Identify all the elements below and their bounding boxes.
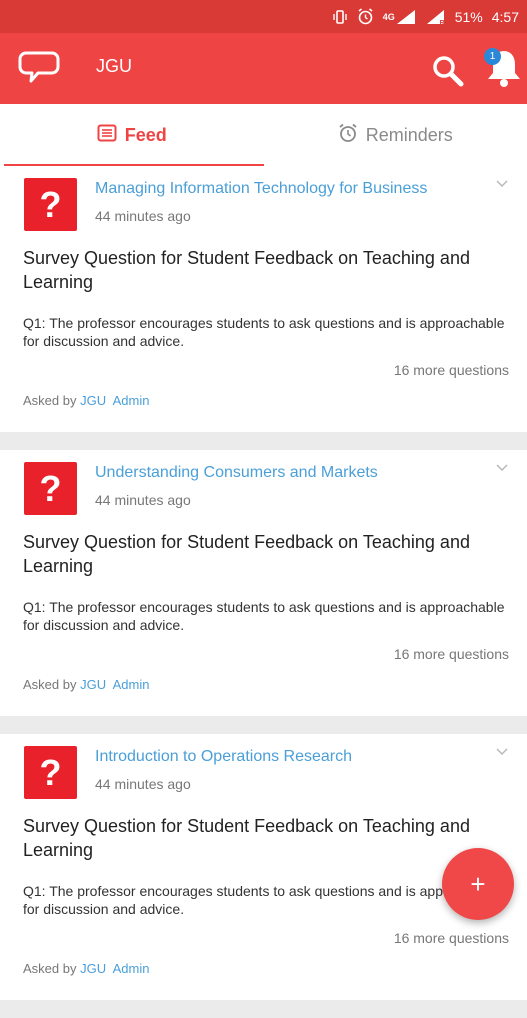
survey-title: Survey Question for Student Feedback on …: [23, 246, 508, 294]
asked-by: Asked by JGU Admin: [23, 393, 149, 408]
vibrate-icon: [332, 9, 348, 25]
tab-reminders[interactable]: Reminders: [264, 104, 527, 166]
more-questions-link[interactable]: 16 more questions: [394, 930, 509, 946]
course-link[interactable]: Understanding Consumers and Markets: [95, 464, 378, 482]
asked-by-label: Asked by: [23, 393, 76, 408]
tab-reminders-label: Reminders: [366, 125, 453, 146]
alarm-clock-icon: [338, 123, 358, 148]
chat-logo-icon[interactable]: [18, 50, 60, 84]
asked-by-user[interactable]: JGU Admin: [80, 961, 149, 976]
roaming-indicator: R: [440, 20, 445, 27]
course-link[interactable]: Introduction to Operations Research: [95, 748, 352, 766]
notification-badge[interactable]: 1: [484, 48, 501, 65]
search-icon[interactable]: [430, 53, 466, 89]
more-questions-link[interactable]: 16 more questions: [394, 646, 509, 662]
asked-by-label: Asked by: [23, 677, 76, 692]
asked-by-label: Asked by: [23, 961, 76, 976]
tab-bar: Feed Reminders: [0, 104, 527, 166]
clock: 4:57: [492, 9, 519, 25]
asked-by: Asked by JGU Admin: [23, 961, 149, 976]
course-link[interactable]: Managing Information Technology for Busi…: [95, 180, 427, 198]
question-text: Q1: The professor encourages students to…: [23, 314, 508, 350]
feed-card[interactable]: ? Understanding Consumers and Markets 44…: [0, 450, 527, 716]
question-icon: ?: [24, 462, 77, 515]
app-bar: JGU: [0, 33, 527, 104]
asked-by: Asked by JGU Admin: [23, 677, 149, 692]
question-text: Q1: The professor encourages students to…: [23, 882, 508, 918]
question-icon: ?: [24, 746, 77, 799]
survey-title: Survey Question for Student Feedback on …: [23, 814, 508, 862]
chevron-down-icon[interactable]: [494, 176, 510, 192]
post-time: 44 minutes ago: [95, 776, 191, 792]
network-type: 4G: [383, 12, 395, 22]
alarm-icon: [357, 8, 374, 25]
post-time: 44 minutes ago: [95, 208, 191, 224]
post-time: 44 minutes ago: [95, 492, 191, 508]
status-bar: 4G R 51% 4:57: [0, 0, 527, 33]
question-text: Q1: The professor encourages students to…: [23, 598, 508, 634]
asked-by-user[interactable]: JGU Admin: [80, 677, 149, 692]
feed-icon: [97, 124, 117, 147]
tab-feed-label: Feed: [125, 125, 167, 146]
survey-title: Survey Question for Student Feedback on …: [23, 530, 508, 578]
chevron-down-icon[interactable]: [494, 744, 510, 760]
signal-icon: 4G: [383, 9, 417, 25]
roaming-signal-icon: R: [426, 9, 446, 25]
battery-percent: 51%: [455, 9, 483, 25]
feed-card[interactable]: ? Managing Information Technology for Bu…: [0, 166, 527, 432]
add-button[interactable]: +: [442, 848, 514, 920]
app-title: JGU: [96, 56, 132, 77]
asked-by-user[interactable]: JGU Admin: [80, 393, 149, 408]
question-icon: ?: [24, 178, 77, 231]
more-questions-link[interactable]: 16 more questions: [394, 362, 509, 378]
chevron-down-icon[interactable]: [494, 460, 510, 476]
tab-feed[interactable]: Feed: [0, 104, 264, 166]
